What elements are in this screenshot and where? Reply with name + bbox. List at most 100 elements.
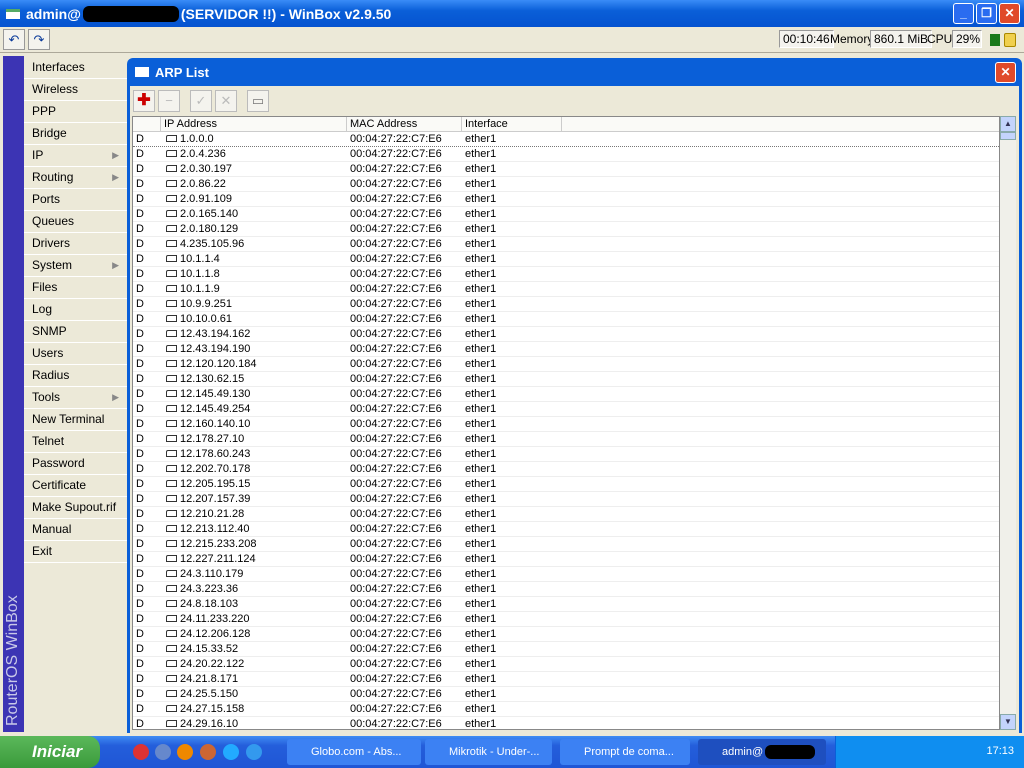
task-winbox[interactable]: admin@ xyxy=(698,739,826,765)
table-row[interactable]: D 10.1.1.8 00:04:27:22:C7:E6 ether1 xyxy=(133,267,999,282)
sidebar-item-ip[interactable]: IP ▶ xyxy=(24,145,127,167)
col-flag[interactable] xyxy=(133,117,161,132)
enable-button[interactable]: ✓ xyxy=(190,90,212,112)
table-row[interactable]: D 10.1.1.4 00:04:27:22:C7:E6 ether1 xyxy=(133,252,999,267)
table-row[interactable]: D 24.15.33.52 00:04:27:22:C7:E6 ether1 xyxy=(133,642,999,657)
table-row[interactable]: D 2.0.91.109 00:04:27:22:C7:E6 ether1 xyxy=(133,192,999,207)
sidebar-item-ppp[interactable]: PPP xyxy=(24,101,127,123)
table-row[interactable]: D 10.10.0.61 00:04:27:22:C7:E6 ether1 xyxy=(133,312,999,327)
mac-cell: 00:04:27:22:C7:E6 xyxy=(350,358,442,370)
table-row[interactable]: D 12.145.49.130 00:04:27:22:C7:E6 ether1 xyxy=(133,387,999,402)
start-button[interactable]: Iniciar xyxy=(0,736,100,768)
disable-button[interactable]: ✕ xyxy=(215,90,237,112)
table-row[interactable]: D 12.213.112.40 00:04:27:22:C7:E6 ether1 xyxy=(133,522,999,537)
table-row[interactable]: D 10.1.1.9 00:04:27:22:C7:E6 ether1 xyxy=(133,282,999,297)
table-row[interactable]: D 24.25.5.150 00:04:27:22:C7:E6 ether1 xyxy=(133,687,999,702)
minimize-button[interactable]: _ xyxy=(953,3,974,24)
media-icon[interactable] xyxy=(200,744,216,760)
table-row[interactable]: D 24.27.15.158 00:04:27:22:C7:E6 ether1 xyxy=(133,702,999,717)
table-row[interactable]: D 2.0.4.236 00:04:27:22:C7:E6 ether1 xyxy=(133,147,999,162)
table-row[interactable]: D 2.0.30.197 00:04:27:22:C7:E6 ether1 xyxy=(133,162,999,177)
arp-entry-icon xyxy=(166,540,177,547)
table-row[interactable]: D 12.210.21.28 00:04:27:22:C7:E6 ether1 xyxy=(133,507,999,522)
table-row[interactable]: D 24.29.16.10 00:04:27:22:C7:E6 ether1 xyxy=(133,717,999,729)
table-row[interactable]: D 10.9.9.251 00:04:27:22:C7:E6 ether1 xyxy=(133,297,999,312)
sidebar-item-system[interactable]: System ▶ xyxy=(24,255,127,277)
table-row[interactable]: D 12.178.60.243 00:04:27:22:C7:E6 ether1 xyxy=(133,447,999,462)
sidebar-item-wireless[interactable]: Wireless xyxy=(24,79,127,101)
interface-cell: ether1 xyxy=(465,523,497,535)
table-row[interactable]: D 24.11.233.220 00:04:27:22:C7:E6 ether1 xyxy=(133,612,999,627)
table-row[interactable]: D 24.12.206.128 00:04:27:22:C7:E6 ether1 xyxy=(133,627,999,642)
quicklaunch-app-icon[interactable] xyxy=(155,744,171,760)
maximize-button[interactable]: ❐ xyxy=(976,3,997,24)
sidebar-item-telnet[interactable]: Telnet xyxy=(24,431,127,453)
table-row[interactable]: D 12.160.140.10 00:04:27:22:C7:E6 ether1 xyxy=(133,417,999,432)
table-row[interactable]: D 12.202.70.178 00:04:27:22:C7:E6 ether1 xyxy=(133,462,999,477)
table-row[interactable]: D 2.0.86.22 00:04:27:22:C7:E6 ether1 xyxy=(133,177,999,192)
scroll-down-icon[interactable]: ▼ xyxy=(1000,714,1016,730)
sidebar-item-routing[interactable]: Routing ▶ xyxy=(24,167,127,189)
table-row[interactable]: D 12.205.195.15 00:04:27:22:C7:E6 ether1 xyxy=(133,477,999,492)
sidebar-item-drivers[interactable]: Drivers xyxy=(24,233,127,255)
ie-icon[interactable] xyxy=(246,744,262,760)
sidebar-item-users[interactable]: Users xyxy=(24,343,127,365)
skype-icon[interactable] xyxy=(223,744,239,760)
arp-close-button[interactable]: ✕ xyxy=(995,62,1016,83)
interface-cell: ether1 xyxy=(465,343,497,355)
sidebar-item-manual[interactable]: Manual xyxy=(24,519,127,541)
table-row[interactable]: D 12.130.62.15 00:04:27:22:C7:E6 ether1 xyxy=(133,372,999,387)
sidebar-item-new-terminal[interactable]: New Terminal xyxy=(24,409,127,431)
sidebar-item-interfaces[interactable]: Interfaces xyxy=(24,57,127,79)
col-interface[interactable]: Interface xyxy=(462,117,562,132)
mac-cell: 00:04:27:22:C7:E6 xyxy=(350,343,442,355)
sidebar-item-snmp[interactable]: SNMP xyxy=(24,321,127,343)
task-mikrotik[interactable]: Mikrotik - Under-... xyxy=(425,739,552,765)
quicklaunch-db-icon[interactable] xyxy=(133,744,149,760)
add-button[interactable]: ✚ xyxy=(133,90,155,112)
sidebar-item-exit[interactable]: Exit xyxy=(24,541,127,563)
col-mac-address[interactable]: MAC Address xyxy=(347,117,462,132)
sidebar-item-tools[interactable]: Tools ▶ xyxy=(24,387,127,409)
sidebar-item-ports[interactable]: Ports xyxy=(24,189,127,211)
sidebar-item-password[interactable]: Password xyxy=(24,453,127,475)
table-row[interactable]: D 24.21.8.171 00:04:27:22:C7:E6 ether1 xyxy=(133,672,999,687)
table-row[interactable]: D 12.43.194.190 00:04:27:22:C7:E6 ether1 xyxy=(133,342,999,357)
table-row[interactable]: D 12.227.211.124 00:04:27:22:C7:E6 ether1 xyxy=(133,552,999,567)
table-row[interactable]: D 1.0.0.0 00:04:27:22:C7:E6 ether1 xyxy=(133,132,999,147)
undo-button[interactable]: ↶ xyxy=(3,29,25,50)
table-row[interactable]: D 24.3.223.36 00:04:27:22:C7:E6 ether1 xyxy=(133,582,999,597)
table-row[interactable]: D 12.120.120.184 00:04:27:22:C7:E6 ether1 xyxy=(133,357,999,372)
remove-button[interactable]: − xyxy=(158,90,180,112)
table-row[interactable]: D 2.0.165.140 00:04:27:22:C7:E6 ether1 xyxy=(133,207,999,222)
sidebar-item-queues[interactable]: Queues xyxy=(24,211,127,233)
table-row[interactable]: D 24.3.110.179 00:04:27:22:C7:E6 ether1 xyxy=(133,567,999,582)
table-row[interactable]: D 12.215.233.208 00:04:27:22:C7:E6 ether1 xyxy=(133,537,999,552)
sidebar-item-log[interactable]: Log xyxy=(24,299,127,321)
sidebar-item-make-supout-rif[interactable]: Make Supout.rif xyxy=(24,497,127,519)
sidebar-item-files[interactable]: Files xyxy=(24,277,127,299)
table-row[interactable]: D 12.43.194.162 00:04:27:22:C7:E6 ether1 xyxy=(133,327,999,342)
table-row[interactable]: D 12.178.27.10 00:04:27:22:C7:E6 ether1 xyxy=(133,432,999,447)
table-row[interactable]: D 4.235.105.96 00:04:27:22:C7:E6 ether1 xyxy=(133,237,999,252)
table-row[interactable]: D 24.20.22.122 00:04:27:22:C7:E6 ether1 xyxy=(133,657,999,672)
mac-cell: 00:04:27:22:C7:E6 xyxy=(350,193,442,205)
sidebar-item-certificate[interactable]: Certificate xyxy=(24,475,127,497)
close-button[interactable]: ✕ xyxy=(999,3,1020,24)
table-row[interactable]: D 2.0.180.129 00:04:27:22:C7:E6 ether1 xyxy=(133,222,999,237)
sidebar-item-bridge[interactable]: Bridge xyxy=(24,123,127,145)
task-prompt[interactable]: Prompt de coma... xyxy=(560,739,690,765)
scroll-up-icon[interactable]: ▲ xyxy=(1000,116,1016,132)
task-globo[interactable]: Globo.com - Abs... xyxy=(287,739,421,765)
vertical-scrollbar[interactable]: ▲ ▼ xyxy=(1000,116,1016,730)
interface-cell: ether1 xyxy=(465,418,497,430)
firefox-icon[interactable] xyxy=(177,744,193,760)
table-row[interactable]: D 12.207.157.39 00:04:27:22:C7:E6 ether1 xyxy=(133,492,999,507)
table-row[interactable]: D 12.145.49.254 00:04:27:22:C7:E6 ether1 xyxy=(133,402,999,417)
col-ip-address[interactable]: IP Address xyxy=(161,117,347,132)
table-row[interactable]: D 24.8.18.103 00:04:27:22:C7:E6 ether1 xyxy=(133,597,999,612)
scroll-thumb[interactable] xyxy=(1000,132,1016,140)
comment-button[interactable]: ▭ xyxy=(247,90,269,112)
sidebar-item-radius[interactable]: Radius xyxy=(24,365,127,387)
redo-button[interactable]: ↷ xyxy=(28,29,50,50)
